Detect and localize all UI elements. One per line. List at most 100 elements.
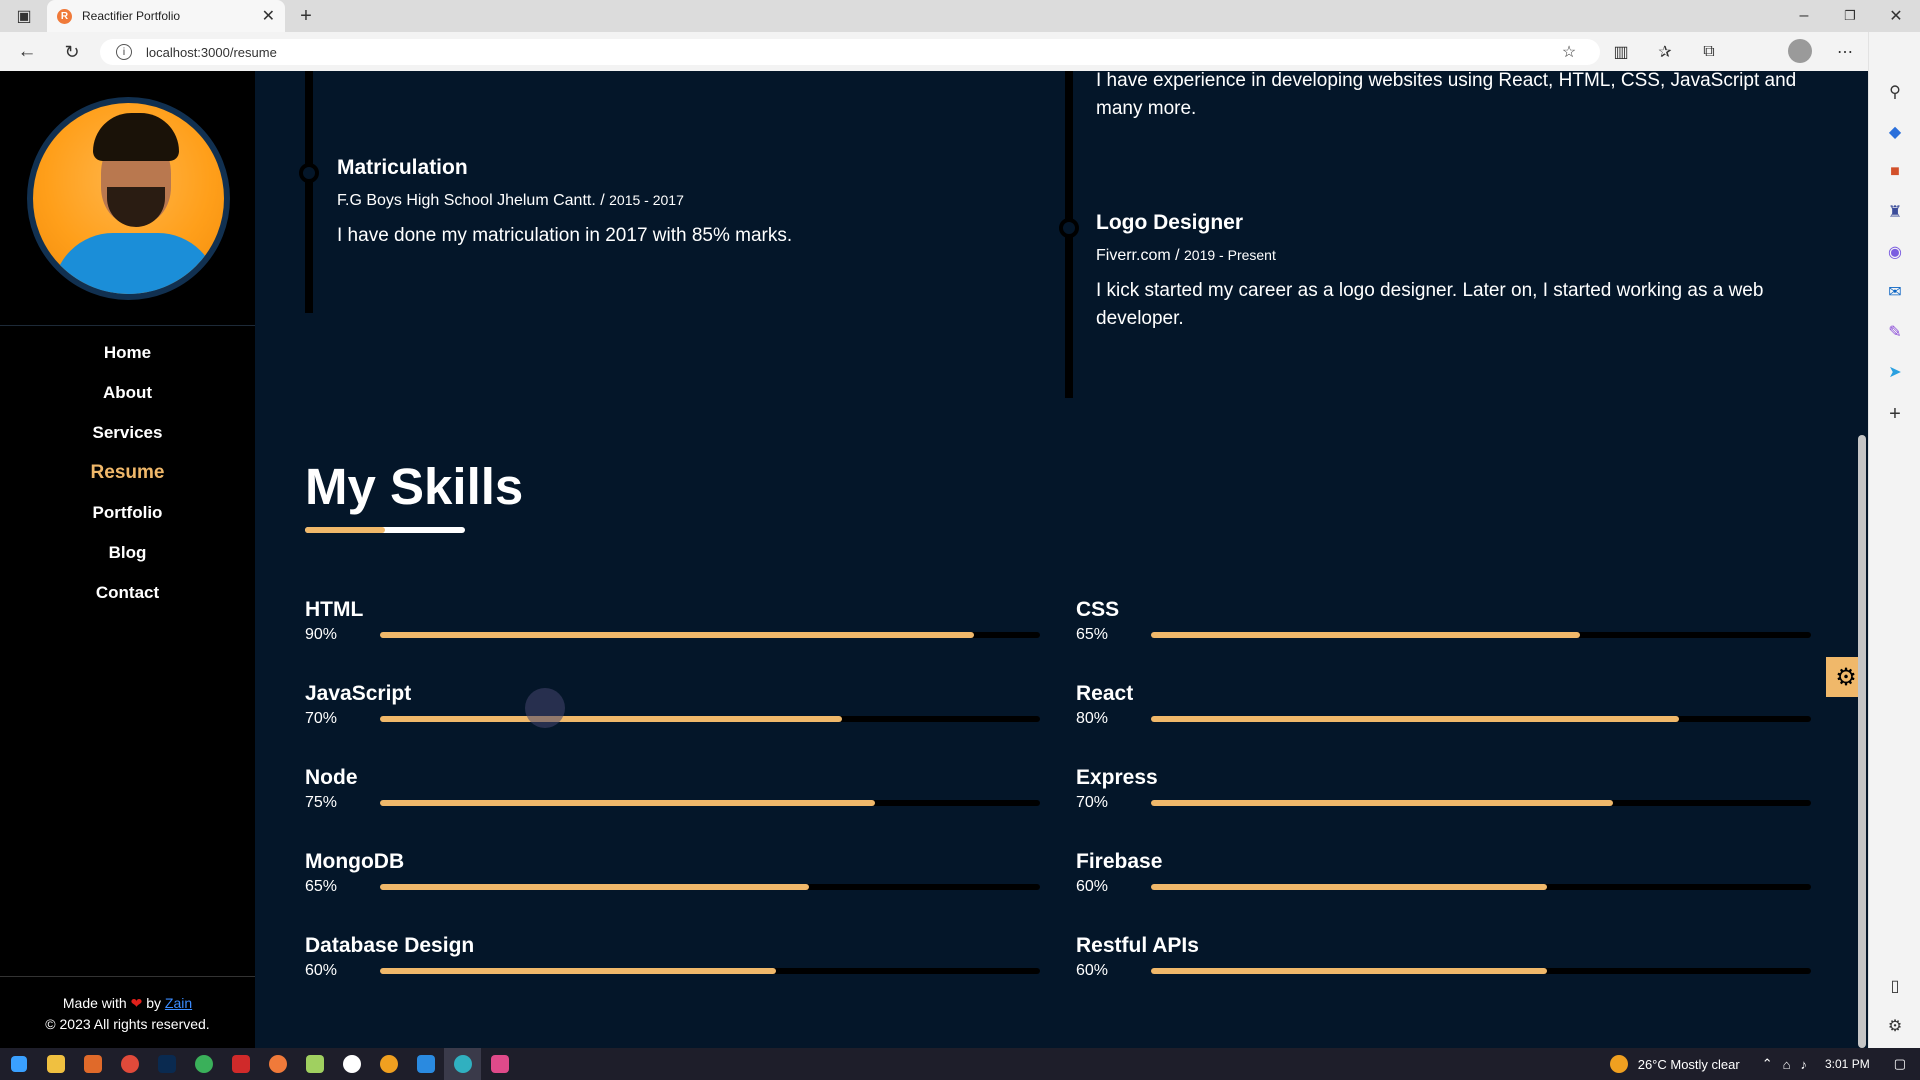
nav-about[interactable]: About: [0, 373, 255, 413]
tab-actions-icon[interactable]: ▣: [10, 6, 38, 26]
heart-icon: ❤: [130, 995, 143, 1011]
skill-bar: [380, 968, 1040, 974]
site-info-icon[interactable]: i: [116, 44, 132, 60]
outlook-icon[interactable]: ✉: [1883, 280, 1907, 304]
taskbar-chrome[interactable]: [111, 1048, 148, 1080]
experience-meta: Fiverr.com / 2019 - Present: [1096, 247, 1826, 265]
new-tab-icon[interactable]: +: [294, 4, 318, 28]
skill-bar: [380, 884, 1040, 890]
skill-bar-fill: [1151, 632, 1580, 638]
favorites-icon[interactable]: ✰: [1652, 41, 1678, 63]
send-icon[interactable]: ➤: [1883, 360, 1907, 384]
page-scrollbar[interactable]: [1858, 435, 1866, 1048]
portfolio-sidebar: Home About Services Resume Portfolio Blo…: [0, 71, 255, 1048]
nav-portfolio[interactable]: Portfolio: [0, 493, 255, 533]
skill-row: 60%: [305, 962, 1040, 980]
favorites-star-icon[interactable]: ☆: [1556, 41, 1582, 63]
volume-icon[interactable]: ♪: [1801, 1057, 1808, 1072]
skill-item: Express 70%: [1076, 766, 1811, 812]
edge-icon: [453, 1055, 472, 1073]
close-window-icon[interactable]: ✕: [1882, 6, 1910, 26]
office-icon[interactable]: ◉: [1883, 240, 1907, 264]
chevron-up-icon[interactable]: ⌃: [1762, 1056, 1773, 1072]
skill-row: 70%: [1076, 794, 1811, 812]
taskbar-edge[interactable]: [444, 1048, 481, 1080]
notifications-icon[interactable]: ▢: [1894, 1056, 1906, 1072]
nav-services[interactable]: Services: [0, 413, 255, 453]
app-icon: [231, 1055, 250, 1073]
hide-sidebar-icon[interactable]: ▯: [1883, 974, 1907, 998]
skill-bar-fill: [1151, 968, 1547, 974]
profile-avatar: [27, 97, 230, 300]
skill-row: 60%: [1076, 878, 1811, 896]
taskbar-app-9[interactable]: [333, 1048, 370, 1080]
taskbar-app-13[interactable]: [481, 1048, 518, 1080]
nav-resume[interactable]: Resume: [0, 453, 255, 493]
browser-tab[interactable]: R Reactifier Portfolio ✕: [47, 0, 285, 32]
close-tab-icon[interactable]: ✕: [262, 6, 275, 26]
reload-icon[interactable]: ↻: [59, 40, 85, 64]
author-link[interactable]: Zain: [165, 995, 192, 1011]
sidebar-divider: [0, 325, 255, 326]
split-screen-icon[interactable]: ▥: [1608, 41, 1634, 63]
search-icon[interactable]: ⚲: [1883, 80, 1907, 104]
taskbar-file-explorer[interactable]: [37, 1048, 74, 1080]
minimize-icon[interactable]: –: [1790, 6, 1818, 26]
main-nav: Home About Services Resume Portfolio Blo…: [0, 333, 255, 613]
app-icon: [379, 1055, 398, 1073]
taskbar-photoshop[interactable]: [148, 1048, 185, 1080]
notepad-icon: [305, 1055, 324, 1073]
settings-icon[interactable]: ⚙: [1883, 1014, 1907, 1038]
weather-text[interactable]: 26°C Mostly clear: [1638, 1057, 1740, 1072]
skill-row: 90%: [305, 626, 1040, 644]
nav-home[interactable]: Home: [0, 333, 255, 373]
skill-bar: [1151, 716, 1811, 722]
education-timeline-line: [305, 71, 313, 313]
profile-avatar-icon[interactable]: [1788, 39, 1812, 63]
skill-name: Express: [1076, 766, 1158, 789]
skill-name: React: [1076, 682, 1134, 705]
taskbar-vscode[interactable]: [407, 1048, 444, 1080]
taskbar-notepad[interactable]: [296, 1048, 333, 1080]
skill-name: Node: [305, 766, 358, 789]
games-icon[interactable]: ♜: [1883, 200, 1907, 224]
designer-icon[interactable]: ✎: [1883, 320, 1907, 344]
nav-blog[interactable]: Blog: [0, 533, 255, 573]
tools-icon[interactable]: ■: [1883, 160, 1907, 184]
nav-contact[interactable]: Contact: [0, 573, 255, 613]
shopping-icon[interactable]: ◆: [1883, 120, 1907, 144]
skill-name: HTML: [305, 598, 364, 621]
skill-bar-fill: [380, 968, 776, 974]
back-icon[interactable]: ←: [14, 40, 40, 64]
experience-entry: Logo Designer Fiverr.com / 2019 - Presen…: [1096, 211, 1826, 333]
skill-item: Node 75%: [305, 766, 1040, 812]
clock-text[interactable]: 3:01 PM: [1825, 1057, 1870, 1071]
skill-bar: [380, 716, 1040, 722]
taskbar-app-2[interactable]: [74, 1048, 111, 1080]
more-menu-icon[interactable]: ⋯: [1832, 41, 1858, 63]
taskbar-app-10[interactable]: [370, 1048, 407, 1080]
taskbar-app-5[interactable]: [185, 1048, 222, 1080]
collections-icon[interactable]: ⧉: [1696, 41, 1722, 63]
weather-icon: [1609, 1055, 1628, 1073]
skill-bar: [380, 800, 1040, 806]
meta-separator: /: [1175, 247, 1185, 264]
avatar-shirt: [53, 233, 218, 294]
mouse-cursor-highlight: [525, 688, 565, 728]
taskbar-app-7[interactable]: [259, 1048, 296, 1080]
skill-item: React 80%: [1076, 682, 1811, 728]
add-sidebar-icon[interactable]: +: [1883, 402, 1907, 426]
skill-item: CSS 65%: [1076, 598, 1811, 644]
restore-icon[interactable]: ❐: [1836, 6, 1864, 26]
copyright-text: © 2023 All rights reserved.: [45, 1016, 210, 1032]
taskbar-app-6[interactable]: [222, 1048, 259, 1080]
skill-bar: [1151, 968, 1811, 974]
tab-strip: ▣ R Reactifier Portfolio ✕ + – ❐ ✕: [0, 0, 1920, 32]
address-bar[interactable]: i localhost:3000/resume: [100, 39, 1600, 65]
start-button[interactable]: [0, 1048, 37, 1080]
skill-bar: [380, 632, 1040, 638]
skills-heading-underline: [305, 527, 465, 533]
skill-bar-fill: [1151, 800, 1613, 806]
skill-bar-fill: [1151, 716, 1679, 722]
network-icon[interactable]: ⌂: [1783, 1057, 1791, 1072]
